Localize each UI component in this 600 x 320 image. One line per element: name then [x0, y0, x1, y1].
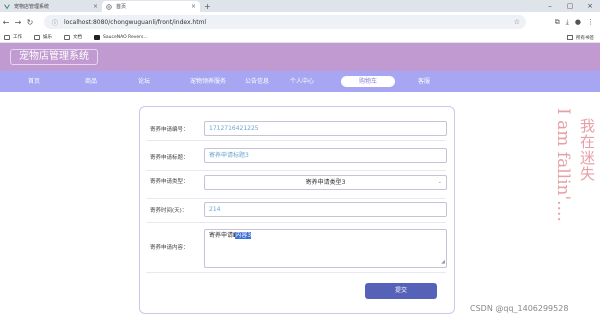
nav-notices[interactable]: 公告信息: [240, 71, 274, 92]
site-title: 宠物店管理系统: [10, 49, 98, 65]
nav-cart[interactable]: 购物车: [341, 76, 395, 87]
nav-home[interactable]: 首页: [22, 71, 46, 92]
vue-logo-icon: [4, 4, 10, 9]
close-window-icon[interactable]: ×: [580, 2, 600, 10]
folder-icon: [34, 34, 40, 40]
folder-icon: [64, 34, 70, 40]
type-select-value: 寄养申请类型3: [305, 179, 346, 186]
side-text-en: I am fallin'....: [553, 108, 573, 222]
form-row-content: 寄养申请内容： 寄养申请I内容3 ◢: [146, 223, 447, 273]
bookmark-saucenao[interactable]: SauceNAO Revers...: [94, 34, 148, 40]
menu-icon[interactable]: ⋮: [587, 15, 594, 29]
extension-icon[interactable]: ⧉: [555, 15, 560, 29]
url-text: localhost:8080/chongwuguanli/front/index…: [64, 18, 207, 26]
days-input[interactable]: 214: [204, 202, 447, 217]
form-row-type: 寄养申请类型： 寄养申请类型3 ⌄: [146, 171, 447, 199]
bookmark-label: 所有书签: [576, 35, 594, 41]
globe-icon: [106, 3, 112, 10]
browser-tab-home[interactable]: 首页 ×: [102, 1, 200, 12]
bookmark-label: 娱乐: [43, 35, 52, 40]
folder-icon: [4, 34, 10, 40]
chevron-down-icon: ⌄: [437, 179, 442, 185]
title-input[interactable]: 寄养申请标题3: [204, 148, 447, 163]
nav-service[interactable]: 客服: [412, 71, 436, 92]
submit-button[interactable]: 提交: [365, 283, 437, 299]
label-type: 寄养申请类型：: [150, 179, 189, 185]
nav-adoption[interactable]: 宠物领养服务: [178, 71, 238, 92]
number-input[interactable]: 1712716421225: [204, 121, 447, 136]
back-icon[interactable]: ←: [0, 18, 12, 27]
tab-title: 宠物店管理系统: [14, 4, 50, 10]
foster-application-form: 寄养申请编号： 1712716421225 寄养申请标题： 寄养申请标题3 寄养…: [139, 106, 455, 314]
new-tab-button[interactable]: +: [204, 1, 211, 12]
form-row-title: 寄养申请标题： 寄养申请标题3: [146, 141, 447, 171]
bookmark-label: 文档: [73, 35, 82, 40]
form-row-days: 寄养时间(天)： 214: [146, 199, 447, 223]
form-row-number: 寄养申请编号： 1712716421225: [146, 113, 447, 141]
bookmark-label: 工作: [13, 35, 22, 40]
bookmark-star-icon[interactable]: ☆: [514, 18, 520, 26]
label-title: 寄养申请标题：: [150, 155, 189, 161]
content-text: 寄养申请: [209, 232, 234, 239]
side-text-cn: 我在迷失: [578, 118, 596, 182]
all-bookmarks[interactable]: 所有书签: [567, 32, 594, 43]
content-selected-text: 内容3: [235, 232, 252, 239]
site-info-icon[interactable]: ⓘ: [52, 18, 58, 27]
tab-title: 首页: [116, 4, 127, 10]
bookmark-label: SauceNAO Revers...: [103, 34, 148, 40]
reload-icon[interactable]: ↻: [24, 18, 36, 27]
label-days: 寄养时间(天)：: [150, 208, 188, 214]
main-nav: 首页 商品 论坛 宠物领养服务 公告信息 个人中心 购物车 客服: [0, 71, 600, 92]
type-select[interactable]: 寄养申请类型3 ⌄: [204, 175, 447, 190]
address-bar-row: ← → ↻ ⓘ localhost:8080/chongwuguanli/fro…: [0, 12, 600, 32]
close-tab-icon[interactable]: ×: [191, 3, 196, 10]
saucenao-icon: [94, 34, 100, 40]
bookmark-folder-fun[interactable]: 娱乐: [34, 34, 52, 40]
folder-icon: [567, 35, 573, 40]
content-textarea[interactable]: 寄养申请I内容3 ◢: [204, 229, 447, 268]
url-field[interactable]: ⓘ localhost:8080/chongwuguanli/front/ind…: [44, 15, 526, 29]
window-controls: – ▢ ×: [540, 0, 600, 12]
site-header: 宠物店管理系统: [0, 43, 600, 71]
bookmarks-bar: 工作 娱乐 文档 SauceNAO Revers... 所有书签: [0, 32, 600, 43]
resize-grip-icon[interactable]: ◢: [441, 257, 445, 267]
download-icon[interactable]: ⤓: [566, 15, 569, 29]
close-tab-icon[interactable]: ×: [93, 3, 98, 10]
browser-tab-admin[interactable]: 宠物店管理系统 ×: [0, 1, 102, 12]
decorative-side-text: 我在迷失 I am fallin'....: [547, 94, 599, 320]
nav-forum[interactable]: 论坛: [132, 71, 156, 92]
profile-icon[interactable]: ●: [575, 15, 581, 29]
browser-tab-bar: 宠物店管理系统 × 首页 × + – ▢ ×: [0, 0, 600, 12]
bookmark-folder-work[interactable]: 工作: [4, 34, 22, 40]
label-number: 寄养申请编号：: [150, 127, 189, 133]
bookmark-folder-docs[interactable]: 文档: [64, 34, 82, 40]
label-content: 寄养申请内容：: [150, 245, 189, 251]
forward-icon[interactable]: →: [12, 18, 24, 27]
toolbar-icons: ⧉ ⤓ ● ⋮: [555, 15, 594, 29]
csdn-watermark: CSDN @qq_1406299528: [470, 304, 569, 313]
nav-products[interactable]: 商品: [79, 71, 103, 92]
minimize-icon[interactable]: –: [540, 2, 560, 10]
maximize-icon[interactable]: ▢: [560, 2, 580, 10]
nav-profile[interactable]: 个人中心: [282, 71, 322, 92]
